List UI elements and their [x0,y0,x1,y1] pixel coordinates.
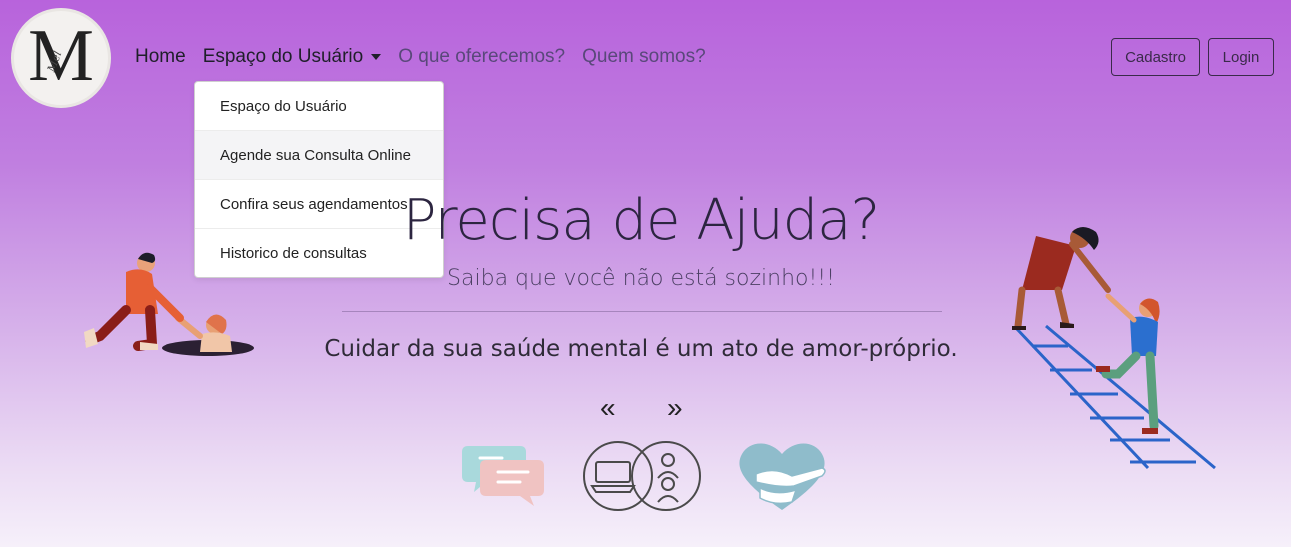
ladder-help-illustration [1012,227,1216,470]
nav-user-space-toggle[interactable]: Espaço do Usuário [203,46,382,68]
brand-logo[interactable]: M Mel [11,8,111,108]
main-nav: Home Espaço do Usuário O que oferecemos?… [135,46,723,68]
dropdown-item-user-space[interactable]: Espaço do Usuário [195,82,443,131]
hero-subtitle: Saiba que você não está sozinho!!! [447,266,835,291]
nav-about[interactable]: Quem somos? [582,46,706,68]
nav-home[interactable]: Home [135,46,186,68]
nav-user-space-label: Espaço do Usuário [202,46,364,67]
dropdown-item-schedule[interactable]: Agende sua Consulta Online [195,131,443,180]
chat-bubbles-icon[interactable] [462,440,546,508]
carousel-prev-button[interactable]: « [600,392,616,424]
online-consultation-icon[interactable] [582,440,702,512]
carousel-next-button[interactable]: » [667,392,683,424]
caret-down-icon [371,53,382,60]
heart-hands-icon[interactable] [734,438,830,514]
nav-offer[interactable]: O que oferecemos? [398,46,565,68]
hero-tagline: Cuidar da sua saúde mental é um ato de a… [324,336,958,362]
login-button[interactable]: Login [1208,38,1274,76]
signup-button[interactable]: Cadastro [1111,38,1200,76]
hero-title: Precisa de Ajuda? [402,188,880,253]
hero-divider [342,311,942,312]
